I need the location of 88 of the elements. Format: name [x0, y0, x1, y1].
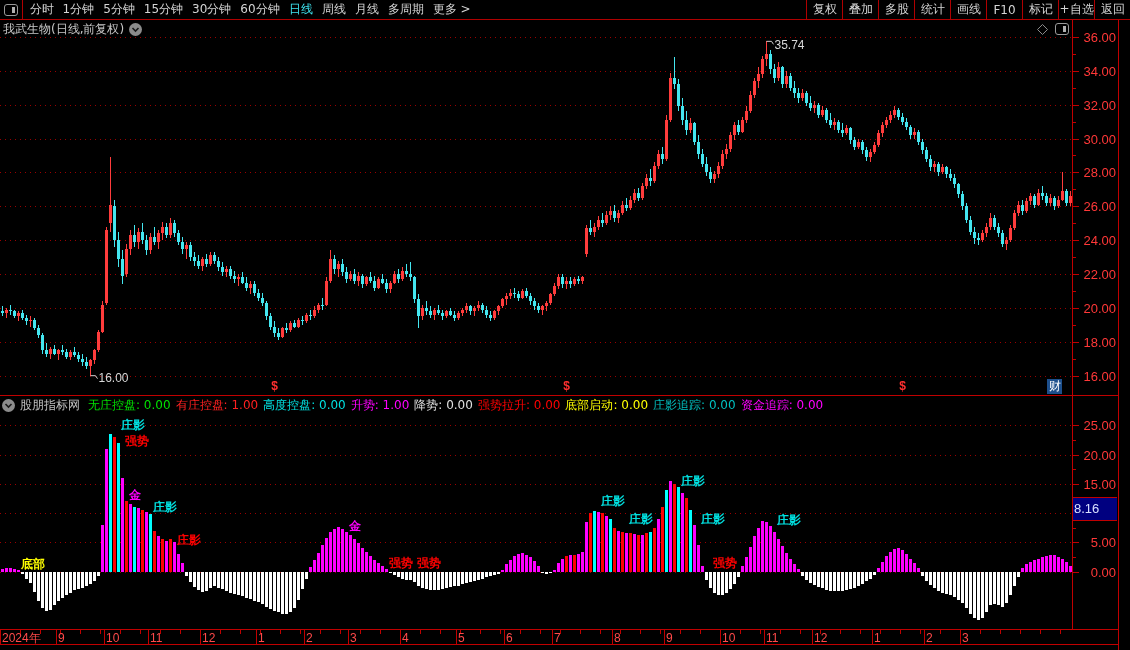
indicator-value: 资金追踪: 0.00	[740, 398, 824, 413]
annotation: 16.00	[98, 370, 129, 385]
price-extreme-label: 16.00	[90, 370, 129, 385]
indicator-value: 强势拉升: 0.00	[477, 398, 561, 413]
indicator-value: 底部启动: 0.00	[565, 398, 649, 413]
time-axis-label: 9	[666, 631, 673, 645]
indicator-axis-label: 15.00	[1083, 476, 1116, 492]
signal-label: 庄影	[629, 512, 653, 526]
signal-label: 庄影	[153, 501, 177, 515]
indicator-axis-label: 5.00	[1090, 535, 1116, 551]
signal-label: 金	[129, 488, 141, 502]
diamond-icon[interactable]	[1037, 23, 1048, 35]
period-tab[interactable]: 分时	[25, 0, 58, 19]
signal-label: 庄影	[177, 534, 201, 548]
stock-title: 我武生物(日线,前复权)	[3, 22, 125, 37]
price-axis-label: 36.00	[1083, 29, 1116, 45]
period-tab[interactable]: 30分钟	[187, 0, 236, 19]
price-axis-label: 26.00	[1083, 199, 1116, 215]
time-axis-label: 7	[554, 631, 561, 645]
dropdown-icon[interactable]	[2, 399, 15, 412]
period-tab[interactable]: 月线	[350, 0, 384, 19]
signal-label: 底部	[21, 557, 45, 571]
price-axis-label: 20.00	[1083, 300, 1116, 316]
time-axis-label: 3	[962, 631, 969, 645]
indicator-value: 庄影追踪: 0.00	[653, 398, 736, 413]
time-axis-label: 9	[58, 631, 65, 645]
time-axis-label: 11	[150, 631, 163, 645]
time-axis-label: 2	[926, 631, 933, 645]
indicator-value: 降势: 0.00	[414, 398, 473, 413]
time-axis-label: 6	[506, 631, 513, 645]
signal-label: 庄影	[601, 494, 625, 508]
signal-label: 庄影	[681, 475, 705, 489]
signal-label: 庄影	[121, 418, 145, 432]
period-tab[interactable]: 15分钟	[139, 0, 188, 19]
report-marker[interactable]: 财	[1047, 379, 1062, 394]
time-axis-label: 1	[874, 631, 881, 645]
price-axis-label: 32.00	[1083, 97, 1116, 113]
indicator-axis-label: 0.00	[1090, 564, 1116, 580]
signal-label: 庄影	[777, 513, 801, 527]
dropdown-icon[interactable]	[129, 23, 143, 36]
time-axis-label: 8	[614, 631, 621, 645]
period-tab[interactable]: 60分钟	[235, 0, 285, 19]
indicator-axis-label: 25.00	[1083, 418, 1116, 434]
dividend-marker[interactable]: $	[562, 380, 571, 393]
dividend-marker[interactable]: $	[898, 380, 907, 393]
time-axis-label: 5	[458, 631, 465, 645]
signal-label: 强势	[713, 557, 737, 570]
period-tab[interactable]: 更多 >	[428, 0, 475, 19]
period-tab[interactable]: 周线	[317, 0, 351, 19]
period-tab[interactable]: 1分钟	[58, 0, 99, 19]
toolbar-button[interactable]: +自选	[1058, 0, 1094, 19]
price-axis-label: 18.00	[1083, 334, 1116, 350]
time-axis-label: 4	[402, 631, 409, 645]
time-axis-label: 1	[258, 631, 265, 645]
price-axis-label: 30.00	[1083, 131, 1116, 147]
signal-label: 庄影	[701, 512, 725, 526]
price-axis-label: 34.00	[1083, 63, 1116, 79]
price-axis-label: 28.00	[1083, 165, 1116, 181]
price-axis-label: 24.00	[1083, 233, 1116, 249]
time-axis-label: 10	[106, 631, 120, 645]
indicator-value: 高度控盘: 0.00	[263, 398, 346, 413]
panel-toggle-icon[interactable]	[1055, 23, 1069, 35]
time-axis-label: 11	[766, 631, 779, 645]
indicator-value: 无庄控盘: 0.00	[88, 398, 171, 413]
signal-label: 强势	[125, 434, 149, 448]
value-readout: 8.16	[1073, 497, 1117, 521]
time-axis-label: 2	[306, 631, 313, 645]
indicator-axis-label: 20.00	[1083, 447, 1116, 463]
time-axis-label: 12	[202, 631, 216, 645]
period-tab[interactable]: 5分钟	[98, 0, 140, 19]
period-tab[interactable]: 多周期	[383, 0, 429, 19]
annotation: 35.74	[774, 38, 805, 53]
time-axis-label: 2024年	[2, 631, 41, 645]
panel-toggle-icon	[4, 3, 18, 16]
price-axis-label: 22.00	[1083, 267, 1116, 283]
time-axis-label: 10	[722, 631, 736, 645]
price-axis-label: 16.00	[1083, 368, 1116, 384]
signal-label: 强势	[389, 557, 413, 570]
indicator-name: 股朋指标网	[20, 398, 80, 413]
signal-label: 强势	[417, 557, 441, 570]
signal-label: 金	[349, 519, 361, 533]
time-axis-label: 12	[814, 631, 828, 645]
period-tab[interactable]: 日线	[284, 0, 318, 19]
dividend-marker[interactable]: $	[270, 380, 279, 393]
indicator-value: 升势: 1.00	[350, 398, 410, 413]
price-extreme-label: 35.74	[766, 38, 805, 53]
time-axis-label: 3	[350, 631, 357, 645]
indicator-value: 有庄控盘: 1.00	[175, 398, 259, 413]
